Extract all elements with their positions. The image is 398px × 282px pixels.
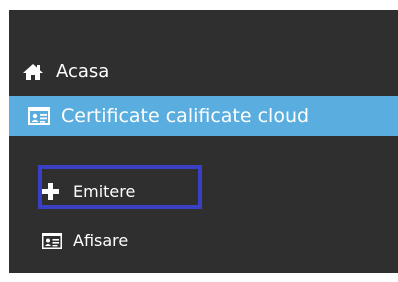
sidebar: Acasa Certificate calificate cloud Emite… [9,10,398,273]
plus-icon [42,183,59,200]
sidebar-subitem-label: Afisare [73,231,129,250]
sidebar-subitem-emitere[interactable]: Emitere [9,177,398,207]
id-card-icon [28,107,50,125]
sidebar-item-label: Certificate calificate cloud [61,105,310,127]
sidebar-subitem-label: Emitere [73,182,136,201]
sidebar-item-acasa[interactable]: Acasa [9,54,398,90]
sidebar-item-label: Acasa [56,61,110,82]
home-icon [23,64,43,80]
id-card-icon [42,233,62,249]
sidebar-item-certificate[interactable]: Certificate calificate cloud [9,96,398,136]
sidebar-subitem-afisare[interactable]: Afisare [9,226,398,256]
